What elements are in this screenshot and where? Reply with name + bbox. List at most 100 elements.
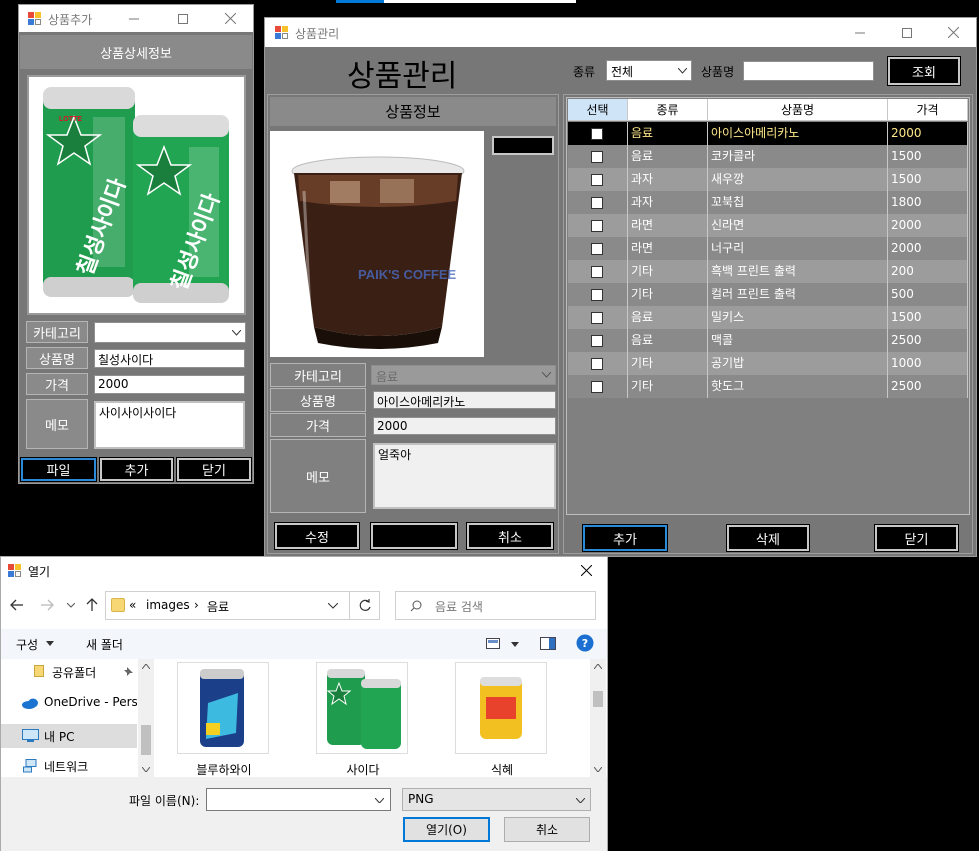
row-checkbox[interactable] (591, 358, 603, 370)
row-checkbox[interactable] (591, 197, 603, 209)
view-options-icon[interactable] (486, 638, 500, 649)
memo-input[interactable]: 사이사이사이다 (94, 401, 245, 449)
breadcrumb-images[interactable]: images (146, 598, 190, 612)
dialog-cancel-button[interactable]: 취소 (504, 817, 590, 842)
nav-item-this-pc[interactable]: 내 PC (1, 724, 137, 748)
file-item-blue-hawaii[interactable]: 블루하와이 (178, 663, 270, 777)
category-select[interactable]: 음료 (371, 365, 556, 385)
row-name-cell: 꼬북칩 (708, 191, 888, 214)
cloud-icon (22, 698, 38, 709)
minimize-button[interactable] (837, 18, 883, 47)
close-form-button[interactable]: 닫기 (176, 457, 252, 482)
maximize-icon (178, 13, 188, 24)
breadcrumb-current[interactable]: 음료 (207, 598, 229, 615)
blank-button[interactable] (370, 522, 458, 550)
nav-item-shared-folder[interactable]: 공유폴더 (1, 661, 137, 684)
row-checkbox[interactable] (591, 312, 603, 324)
edit-button[interactable]: 수정 (274, 522, 360, 550)
name-input[interactable]: 아이스아메리카노 (373, 391, 556, 409)
search-button[interactable]: 조회 (887, 56, 961, 86)
file-thumbnail (317, 663, 407, 753)
row-price-cell: 2000 (888, 237, 968, 260)
table-row[interactable]: 기타 컬러 프린트 출력 500 (568, 283, 968, 306)
back-arrow-icon[interactable] (10, 599, 24, 611)
open-button[interactable]: 열기(O) (403, 817, 490, 842)
maximize-button[interactable] (160, 5, 206, 32)
column-header-name[interactable]: 상품명 (708, 99, 888, 121)
nav-scrollbar[interactable] (138, 659, 154, 777)
row-checkbox[interactable] (591, 289, 603, 301)
row-checkbox[interactable] (591, 174, 603, 186)
maximize-button[interactable] (884, 18, 930, 47)
table-row[interactable]: 과자 새우깡 1500 (568, 168, 968, 191)
nav-item-network[interactable]: 네트워크 (1, 755, 137, 778)
file-scrollbar[interactable] (590, 659, 606, 777)
new-folder-button[interactable]: 새 폴더 (86, 636, 123, 653)
scrollbar-thumb (593, 691, 603, 707)
row-checkbox[interactable] (591, 381, 603, 393)
product-grid[interactable]: 선택 종류 상품명 가격 음료 아이스아메리카노 2000 음료 코카콜라 1500 과자 새… (566, 97, 970, 515)
column-header-select[interactable]: 선택 (568, 99, 628, 121)
file-type-select[interactable]: PNG (402, 788, 591, 811)
table-row[interactable]: 기타 핫도그 2500 (568, 375, 968, 398)
table-row[interactable]: 음료 밀키스 1500 (568, 306, 968, 329)
view-dropdown-icon[interactable] (511, 642, 519, 647)
table-row[interactable]: 기타 공기밥 1000 (568, 352, 968, 375)
delete-button[interactable]: 삭제 (726, 524, 810, 552)
table-row[interactable]: 기타 흑백 프린트 출력 200 (568, 260, 968, 283)
column-header-type[interactable]: 종류 (628, 99, 708, 121)
file-button[interactable]: 파일 (20, 457, 97, 482)
minimize-button[interactable] (111, 5, 157, 32)
table-row[interactable]: 과자 꼬북칩 1800 (568, 191, 968, 214)
file-name-input[interactable] (206, 788, 391, 811)
address-dropdown-icon[interactable] (328, 603, 338, 609)
manage-window-titlebar: 상품관리 (265, 18, 976, 47)
close-manage-button[interactable]: 닫기 (874, 524, 959, 552)
file-list: 블루하와이 사이다 식혜 (156, 659, 606, 777)
forward-arrow-icon[interactable] (40, 599, 54, 611)
price-input[interactable]: 2000 (94, 375, 245, 394)
column-header-price[interactable]: 가격 (888, 99, 968, 121)
search-name-input[interactable] (743, 61, 874, 81)
close-button[interactable] (207, 5, 253, 32)
row-name-cell: 컬러 프린트 출력 (708, 283, 888, 306)
table-row[interactable]: 음료 코카콜라 1500 (568, 145, 968, 168)
row-checkbox[interactable] (591, 266, 603, 278)
add-button[interactable]: 추가 (99, 457, 174, 482)
recent-dropdown-icon[interactable] (67, 603, 75, 608)
folder-icon (111, 598, 125, 612)
file-item-sikhye[interactable]: 식혜 (456, 663, 548, 777)
table-row[interactable]: 라면 신라면 2000 (568, 214, 968, 237)
price-input[interactable]: 2000 (373, 417, 556, 435)
row-type-cell: 라면 (628, 237, 708, 260)
background-accent-fragment (336, 0, 384, 3)
type-select[interactable]: 전체 (606, 60, 692, 81)
up-arrow-icon[interactable] (86, 598, 98, 612)
row-checkbox[interactable] (591, 151, 603, 163)
dialog-close-button[interactable] (580, 564, 593, 579)
file-item-cider[interactable]: 사이다 (317, 663, 409, 777)
nav-item-onedrive[interactable]: OneDrive - Person (1, 692, 137, 715)
name-input[interactable]: 칠성사이다 (94, 349, 245, 368)
search-box[interactable]: 음료 검색 (395, 591, 596, 620)
table-row[interactable]: 음료 아이스아메리카노 2000 (568, 122, 968, 145)
close-button[interactable] (930, 18, 976, 47)
address-bar[interactable]: « images › 음료 (105, 591, 380, 620)
refresh-icon[interactable] (359, 599, 372, 612)
row-checkbox[interactable] (591, 335, 603, 347)
category-select[interactable] (94, 322, 246, 343)
memo-input[interactable]: 얼죽아 (373, 443, 556, 509)
organize-menu[interactable]: 구성 (16, 636, 38, 653)
row-checkbox[interactable] (591, 243, 603, 255)
row-select-cell (568, 237, 628, 260)
table-row[interactable]: 라면 너구리 2000 (568, 237, 968, 260)
cancel-button[interactable]: 취소 (466, 522, 554, 550)
preview-pane-icon[interactable] (540, 637, 556, 650)
row-price-cell: 1800 (888, 191, 968, 214)
row-checkbox[interactable] (591, 128, 603, 140)
add-product-button[interactable]: 추가 (582, 524, 668, 552)
row-price-cell: 2000 (888, 214, 968, 237)
help-icon[interactable]: ? (576, 634, 594, 652)
row-checkbox[interactable] (591, 220, 603, 232)
table-row[interactable]: 음료 맥콜 2500 (568, 329, 968, 352)
